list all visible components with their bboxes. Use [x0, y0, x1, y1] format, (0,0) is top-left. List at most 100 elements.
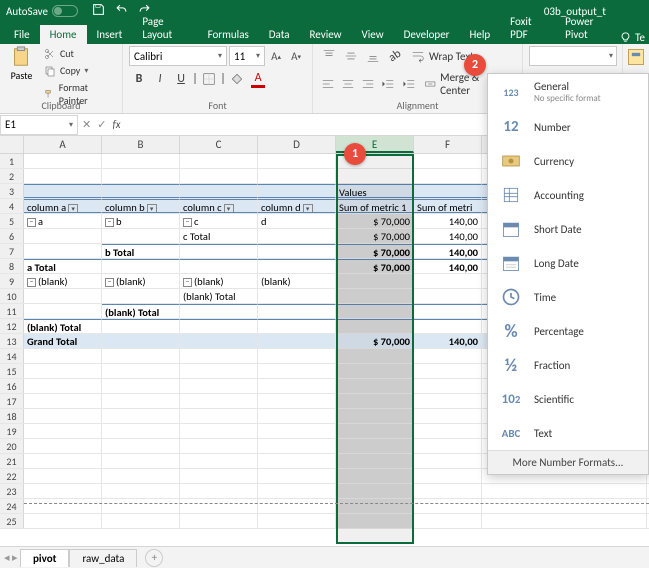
- bold-button[interactable]: B: [129, 69, 149, 89]
- cancel-icon[interactable]: ✕: [82, 118, 91, 131]
- nf-accounting[interactable]: Accounting: [488, 178, 648, 212]
- sheet-nav[interactable]: ◂ ▸: [4, 551, 18, 564]
- nf-long-date[interactable]: Long Date: [488, 246, 648, 280]
- name-box[interactable]: E1▾: [0, 115, 78, 135]
- pivot-field[interactable]: column a▾: [24, 199, 102, 213]
- row-head[interactable]: 12: [0, 319, 24, 333]
- col-A[interactable]: A: [24, 136, 102, 153]
- cut-button[interactable]: Cut: [41, 46, 116, 61]
- add-sheet-button[interactable]: +: [145, 549, 163, 567]
- nf-short-date[interactable]: Short Date: [488, 212, 648, 246]
- sep: |: [220, 69, 226, 89]
- pivot-row[interactable]: −c: [180, 214, 258, 228]
- nf-scientific[interactable]: 102Scientific: [488, 382, 648, 416]
- copy-button[interactable]: Copy▾: [41, 63, 116, 78]
- pivot-metric1: Sum of metric 1: [336, 199, 414, 213]
- col-C[interactable]: C: [180, 136, 258, 153]
- pivot-row[interactable]: −a: [24, 214, 102, 228]
- sheet-tab-raw[interactable]: raw_data: [69, 549, 137, 567]
- time-icon: [496, 286, 526, 308]
- tab-review[interactable]: Review: [300, 25, 352, 44]
- tab-home[interactable]: Home: [40, 25, 87, 44]
- col-B[interactable]: B: [102, 136, 180, 153]
- align-top-icon[interactable]: [319, 46, 339, 66]
- clipboard-label: Clipboard: [0, 99, 122, 112]
- underline-button[interactable]: U: [171, 69, 191, 89]
- row-head[interactable]: 13: [0, 334, 24, 348]
- number-format-select[interactable]: ▾: [529, 46, 617, 66]
- nf-text[interactable]: ABCText: [488, 416, 648, 450]
- pivot-row[interactable]: −(blank): [102, 274, 180, 288]
- autosave-label: AutoSave: [6, 5, 48, 18]
- orientation-icon[interactable]: ab: [385, 46, 405, 66]
- pivot-subtotal: (blank) Total: [24, 319, 102, 333]
- row-head[interactable]: 1: [0, 154, 24, 168]
- pivot-row[interactable]: −(blank): [180, 274, 258, 288]
- tab-file[interactable]: File: [4, 25, 40, 44]
- long-date-icon: [496, 252, 526, 274]
- tab-help[interactable]: Help: [460, 25, 501, 44]
- font-color-button[interactable]: A: [248, 69, 268, 89]
- sheet-tab-pivot[interactable]: pivot: [20, 549, 69, 567]
- pivot-row[interactable]: −(blank): [24, 274, 102, 288]
- row-head[interactable]: 8: [0, 259, 24, 273]
- col-D[interactable]: D: [258, 136, 336, 153]
- decrease-font-icon[interactable]: A▾: [287, 46, 305, 66]
- row-head[interactable]: 4: [0, 199, 24, 213]
- pivot-field[interactable]: column c▾: [180, 199, 258, 213]
- tab-view[interactable]: View: [352, 25, 394, 44]
- font-name-select[interactable]: Calibri▾: [129, 46, 227, 66]
- enter-icon[interactable]: ✓: [97, 118, 106, 131]
- save-icon[interactable]: [92, 3, 105, 19]
- pivot-val: 140,00: [414, 214, 482, 228]
- tab-insert[interactable]: Insert: [87, 25, 133, 44]
- nf-currency[interactable]: Currency: [488, 144, 648, 178]
- borders-button[interactable]: [199, 69, 219, 89]
- nf-more[interactable]: More Number Formats...: [488, 450, 648, 474]
- nf-general[interactable]: 123GeneralNo specific format: [488, 74, 648, 110]
- align-bottom-icon[interactable]: [363, 46, 383, 66]
- pivot-subtotal: (blank) Total: [180, 289, 258, 303]
- ribbon-tabs: File Home Insert Page Layout Formulas Da…: [0, 22, 649, 44]
- grand-total: Grand Total: [24, 334, 102, 348]
- text-icon: ABC: [496, 422, 526, 444]
- tab-page-layout[interactable]: Page Layout: [132, 12, 197, 44]
- pivot-subtotal: b Total: [102, 244, 180, 258]
- fill-color-button[interactable]: [227, 69, 247, 89]
- align-right-icon[interactable]: [359, 74, 377, 94]
- nf-time[interactable]: Time: [488, 280, 648, 314]
- decrease-indent-icon[interactable]: [379, 74, 397, 94]
- row-head[interactable]: 11: [0, 304, 24, 318]
- increase-indent-icon[interactable]: [400, 74, 418, 94]
- align-center-icon[interactable]: [339, 74, 357, 94]
- nf-fraction[interactable]: ½Fraction: [488, 348, 648, 382]
- pivot-field[interactable]: column b▾: [102, 199, 180, 213]
- pivot-field[interactable]: column d▾: [258, 199, 336, 213]
- undo-icon[interactable]: [115, 3, 128, 19]
- select-all[interactable]: [0, 136, 24, 153]
- tab-developer[interactable]: Developer: [394, 25, 460, 44]
- nf-percentage[interactable]: %Percentage: [488, 314, 648, 348]
- row-head[interactable]: 6: [0, 229, 24, 243]
- row-head[interactable]: 5: [0, 214, 24, 228]
- tab-formulas[interactable]: Formulas: [198, 25, 259, 44]
- pivot-row[interactable]: −b: [102, 214, 180, 228]
- fx-icon[interactable]: fx: [112, 118, 120, 131]
- nf-number[interactable]: 12Number: [488, 110, 648, 144]
- autosave-switch[interactable]: [52, 5, 78, 17]
- row-head[interactable]: 2: [0, 169, 24, 183]
- col-F[interactable]: F: [414, 136, 482, 153]
- row-head[interactable]: 10: [0, 289, 24, 303]
- italic-button[interactable]: I: [150, 69, 170, 89]
- align-left-icon[interactable]: [319, 74, 337, 94]
- tell-me[interactable]: Te: [620, 31, 645, 44]
- align-middle-icon[interactable]: [341, 46, 361, 66]
- row-head[interactable]: 9: [0, 274, 24, 288]
- row-head[interactable]: 3: [0, 184, 24, 198]
- autosave-toggle[interactable]: AutoSave: [6, 5, 78, 18]
- increase-font-icon[interactable]: A▴: [267, 46, 285, 66]
- font-size-select[interactable]: 11▾: [229, 46, 265, 66]
- cond-format-icon[interactable]: [626, 47, 646, 70]
- tab-data[interactable]: Data: [259, 25, 300, 44]
- row-head[interactable]: 7: [0, 244, 24, 258]
